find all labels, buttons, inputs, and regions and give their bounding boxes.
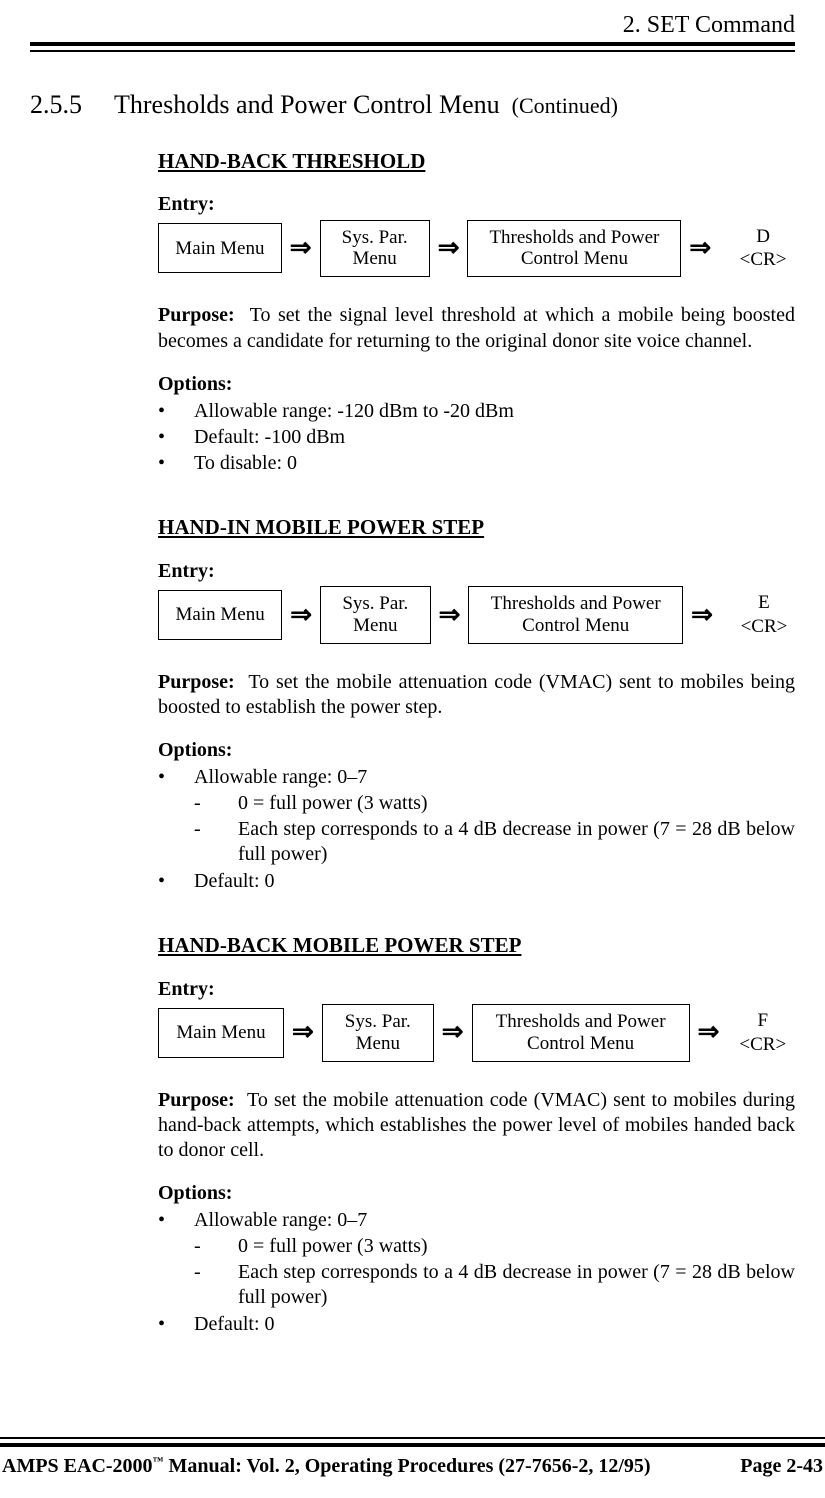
arrow-icon: ⇒ — [439, 599, 461, 632]
footer-left: AMPS EAC-2000™ Manual: Vol. 2, Operating… — [2, 1455, 651, 1478]
option-text: Allowable range: 0–7 -0 = full power (3 … — [194, 1208, 795, 1311]
bullet-icon: • — [158, 1208, 194, 1311]
option-item: •Default: 0 — [158, 869, 795, 894]
option-text: To disable: 0 — [194, 451, 795, 476]
nav-main-menu: Main Menu — [158, 590, 282, 640]
arrow-icon: ⇒ — [292, 1016, 314, 1049]
sub-text: Each step corresponds to a 4 dB decrease… — [238, 817, 795, 867]
param-block: HAND-IN MOBILE POWER STEP Entry: Main Me… — [158, 514, 795, 894]
option-text: Default: 0 — [194, 1312, 795, 1337]
entry-nav: Main Menu ⇒ Sys. Par. Menu ⇒ Thresholds … — [158, 1004, 795, 1062]
param-title: HAND-IN MOBILE POWER STEP — [158, 514, 795, 540]
option-item: •Allowable range: -120 dBm to -20 dBm — [158, 399, 795, 424]
option-text: Default: -100 dBm — [194, 425, 795, 450]
arrow-icon: ⇒ — [691, 599, 713, 632]
purpose-label: Purpose: — [158, 304, 235, 326]
footer-right: Page 2-43 — [740, 1455, 823, 1478]
sub-text: 0 = full power (3 watts) — [238, 1234, 795, 1259]
sub-item: -Each step corresponds to a 4 dB decreas… — [194, 817, 795, 867]
sub-list: -0 = full power (3 watts) -Each step cor… — [194, 791, 795, 868]
bullet-icon: • — [158, 399, 194, 424]
section-continued: (Continued) — [506, 93, 618, 118]
footer: AMPS EAC-2000™ Manual: Vol. 2, Operating… — [0, 1455, 825, 1478]
purpose-para: Purpose: To set the mobile attenuation c… — [158, 1088, 795, 1164]
dash-icon: - — [194, 817, 238, 867]
options-list: • Allowable range: 0–7 -0 = full power (… — [158, 765, 795, 894]
arrow-icon: ⇒ — [689, 232, 711, 265]
sub-item: -0 = full power (3 watts) — [194, 1234, 795, 1259]
sub-item: -0 = full power (3 watts) — [194, 791, 795, 816]
options-label: Options: — [158, 1181, 795, 1206]
sub-text: 0 = full power (3 watts) — [238, 791, 795, 816]
purpose-text: To set the signal level threshold at whi… — [158, 304, 795, 351]
section-number: 2.5.5 — [30, 90, 82, 120]
nav-sys-par-menu: Sys. Par. Menu — [322, 1004, 434, 1062]
option-text: Allowable range: 0–7 -0 = full power (3 … — [194, 765, 795, 868]
arrow-icon: ⇒ — [438, 232, 460, 265]
param-title: HAND-BACK THRESHOLD — [158, 148, 795, 174]
content-area: 2.5.5 Thresholds and Power Control Menu (… — [30, 90, 795, 1375]
section-heading: 2.5.5 Thresholds and Power Control Menu (… — [30, 90, 795, 120]
header-rule — [30, 42, 795, 52]
options-label: Options: — [158, 372, 795, 397]
arrow-icon: ⇒ — [290, 232, 312, 265]
dash-icon: - — [194, 1234, 238, 1259]
nav-sys-par-menu: Sys. Par. Menu — [320, 220, 430, 278]
options-list: • Allowable range: 0–7 -0 = full power (… — [158, 1208, 795, 1337]
nav-thresholds-menu: Thresholds and Power Control Menu — [468, 586, 683, 644]
sub-item: -Each step corresponds to a 4 dB decreas… — [194, 1260, 795, 1310]
option-text: Default: 0 — [194, 869, 795, 894]
bullet-icon: • — [158, 1312, 194, 1337]
entry-nav: Main Menu ⇒ Sys. Par. Menu ⇒ Thresholds … — [158, 220, 795, 278]
option-item: •To disable: 0 — [158, 451, 795, 476]
sub-text: Each step corresponds to a 4 dB decrease… — [238, 1260, 795, 1310]
option-text: Allowable range: -120 dBm to -20 dBm — [194, 399, 795, 424]
dash-icon: - — [194, 791, 238, 816]
option-item: • Allowable range: 0–7 -0 = full power (… — [158, 765, 795, 868]
nav-sys-par-menu: Sys. Par. Menu — [320, 586, 431, 644]
purpose-label: Purpose: — [158, 1089, 235, 1111]
nav-thresholds-menu: Thresholds and Power Control Menu — [472, 1004, 690, 1062]
nav-command: F <CR> — [739, 1009, 786, 1057]
purpose-text: To set the mobile attenuation code (VMAC… — [158, 1089, 795, 1161]
arrow-icon: ⇒ — [698, 1016, 720, 1049]
arrow-icon: ⇒ — [442, 1016, 464, 1049]
param-block: HAND-BACK MOBILE POWER STEP Entry: Main … — [158, 932, 795, 1337]
options-label: Options: — [158, 738, 795, 763]
sub-list: -0 = full power (3 watts) -Each step cor… — [194, 1234, 795, 1311]
param-title: HAND-BACK MOBILE POWER STEP — [158, 932, 795, 958]
footer-rule — [0, 1437, 825, 1447]
entry-label: Entry: — [158, 977, 795, 1002]
running-header: 2. SET Command — [623, 12, 795, 39]
nav-command: E <CR> — [733, 591, 795, 639]
bullet-icon: • — [158, 869, 194, 894]
option-item: • Allowable range: 0–7 -0 = full power (… — [158, 1208, 795, 1311]
purpose-para: Purpose: To set the signal level thresho… — [158, 303, 795, 353]
option-item: •Default: 0 — [158, 1312, 795, 1337]
page: 2. SET Command 2.5.5 Thresholds and Power… — [0, 0, 825, 1498]
options-list: •Allowable range: -120 dBm to -20 dBm •D… — [158, 399, 795, 477]
entry-nav: Main Menu ⇒ Sys. Par. Menu ⇒ Thresholds … — [158, 586, 795, 644]
dash-icon: - — [194, 1260, 238, 1310]
bullet-icon: • — [158, 425, 194, 450]
param-block: HAND-BACK THRESHOLD Entry: Main Menu ⇒ S… — [158, 148, 795, 476]
purpose-label: Purpose: — [158, 671, 235, 693]
arrow-icon: ⇒ — [290, 599, 312, 632]
purpose-text: To set the mobile attenuation code (VMAC… — [158, 671, 795, 718]
bullet-icon: • — [158, 765, 194, 868]
nav-main-menu: Main Menu — [158, 1008, 284, 1058]
section-title-text: Thresholds and Power Control Menu — [114, 90, 500, 119]
trademark-icon: ™ — [153, 1455, 164, 1467]
option-item: •Default: -100 dBm — [158, 425, 795, 450]
nav-main-menu: Main Menu — [158, 223, 282, 273]
entry-label: Entry: — [158, 192, 795, 217]
purpose-para: Purpose: To set the mobile attenuation c… — [158, 670, 795, 720]
entry-label: Entry: — [158, 559, 795, 584]
bullet-icon: • — [158, 451, 194, 476]
nav-thresholds-menu: Thresholds and Power Control Menu — [467, 220, 681, 278]
nav-command: D <CR> — [731, 225, 795, 273]
body: HAND-BACK THRESHOLD Entry: Main Menu ⇒ S… — [158, 148, 795, 1337]
